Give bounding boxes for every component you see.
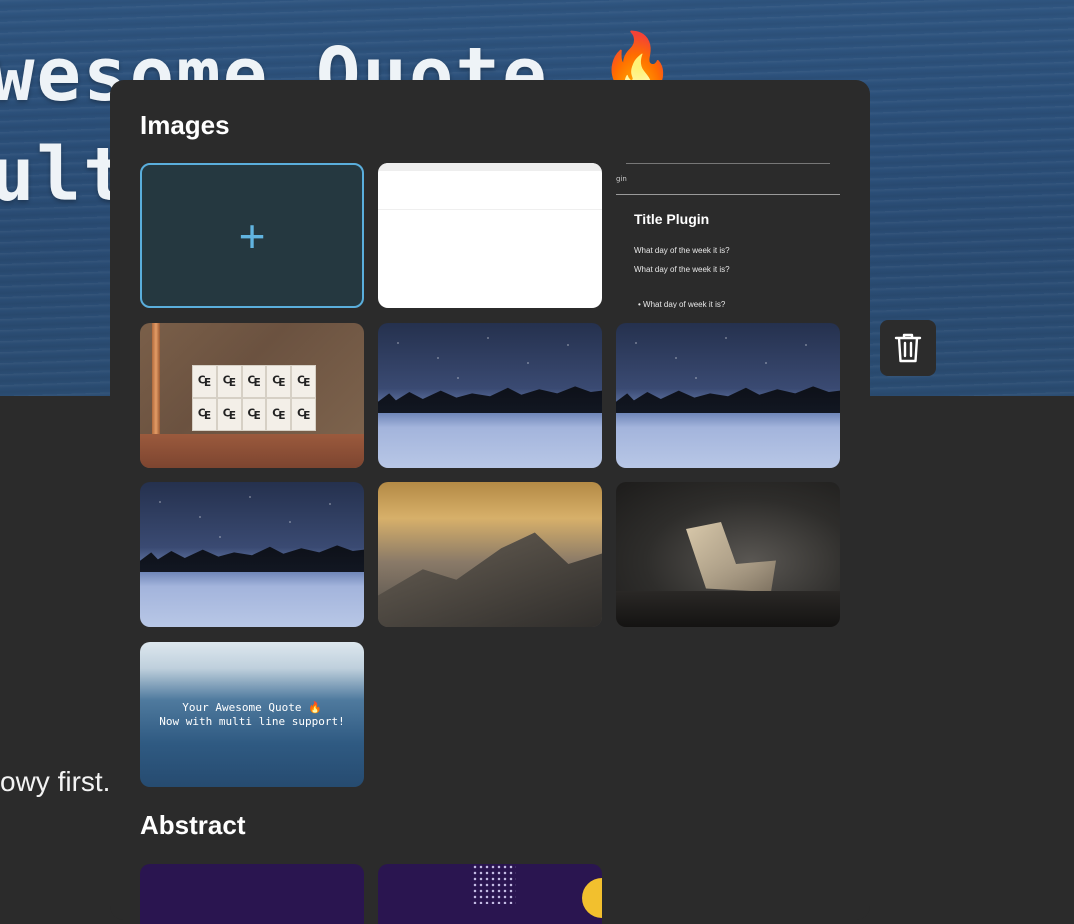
image-thumbnail-mountains[interactable] [378,482,602,627]
image-thumbnail-title-plugin[interactable]: gin Title Plugin What day of the week it… [616,163,840,308]
delete-button[interactable] [880,320,936,376]
abstract-section-title: Abstract [140,810,246,840]
thumbnail-tiny-label: gin [616,175,627,183]
image-thumbnail-window-light[interactable] [616,482,840,627]
add-image-button[interactable]: + [140,163,364,308]
thumbnail-floor [616,591,840,627]
image-thumbnail-quote-sea[interactable]: Your Awesome Quote 🔥 Now with multi line… [140,642,364,787]
plus-icon: + [238,209,266,262]
thumbnail-doc-line: What day of the week it is? [634,265,730,274]
stamp-glyph: ₠ [291,365,316,398]
image-thumbnail-night-sky[interactable] [140,482,364,627]
image-picker-panel: Images + gin Title Plugin What day of th… [110,80,870,924]
thumbnail-mountain-peaks [378,532,602,627]
thumbnail-header-bar [378,163,602,171]
stamp-glyph: ₠ [216,365,242,398]
image-thumbnail-stamps[interactable]: ₠ ₠ ₠ ₠ ₠ ₠ ₠ ₠ ₠ ₠ [140,323,364,468]
image-thumbnail-abstract-2[interactable] [378,864,602,924]
image-thumbnail-blank[interactable] [378,163,602,308]
image-thumbnail-abstract-1[interactable] [140,864,364,924]
thumbnail-doc-line: What day of the week it is? [634,246,730,255]
thumbnail-rule [616,194,840,195]
images-section-title: Images [140,110,230,140]
thumbnail-doc-title: Title Plugin [634,211,710,227]
thumbnail-light-patch [686,522,776,592]
thumbnail-yellow-circle [582,878,602,918]
stamp-glyph: ₠ [291,398,316,431]
thumbnail-quote-line-1: Your Awesome Quote 🔥 [182,700,322,714]
stamp-glyph: ₠ [192,365,217,398]
stamp-glyph: ₠ [241,398,267,431]
stamp-glyph: ₠ [241,365,267,398]
thumbnail-divider [378,209,602,210]
thumbnail-doc-bullet: • What day of week it is? [638,300,726,308]
stamp-glyph: ₠ [266,398,292,431]
thumbnail-treeline [378,386,602,413]
thumbnail-quote-line-2: Now with multi line support! [159,714,345,728]
thumbnail-treeline [616,386,840,413]
background-body-text: owy first. [0,766,111,797]
trash-icon [894,333,922,363]
stamp-glyph: ₠ [192,398,217,431]
thumbnail-brick [140,434,364,468]
stamp-glyph: ₠ [216,398,242,431]
image-thumbnail-night-sky[interactable] [378,323,602,468]
thumbnail-dot-pattern [472,864,516,904]
image-thumbnail-night-sky[interactable] [616,323,840,468]
stamp-glyph: ₠ [266,365,292,398]
thumbnail-treeline [140,545,364,572]
thumbnail-stamp-grid: ₠ ₠ ₠ ₠ ₠ ₠ ₠ ₠ ₠ ₠ [192,365,316,431]
thumbnail-top-line [626,163,830,164]
